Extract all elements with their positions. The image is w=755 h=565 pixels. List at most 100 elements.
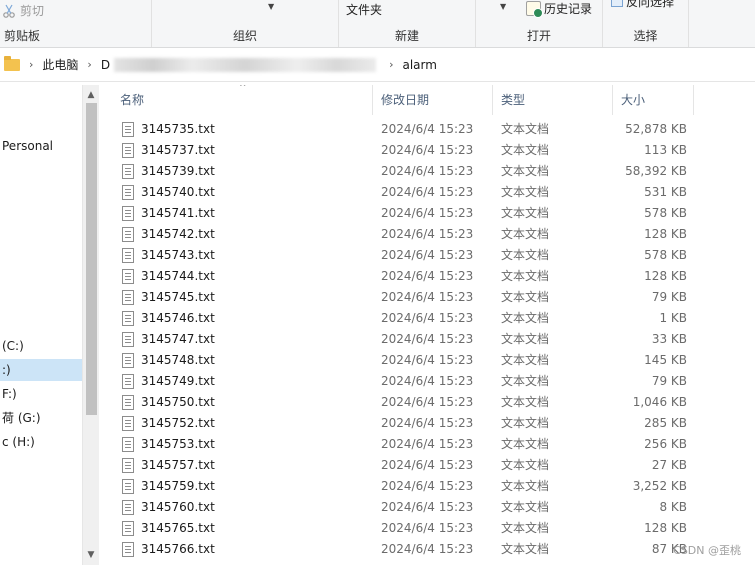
invert-selection-button[interactable]: 反向选择: [611, 0, 674, 10]
text-file-icon: [122, 122, 134, 137]
chevron-right-icon[interactable]: ›: [29, 58, 33, 71]
file-date: 2024/6/4 15:23: [381, 437, 474, 451]
column-header-type[interactable]: 类型: [493, 85, 613, 115]
text-file-icon: [122, 248, 134, 263]
nav-scrollbar[interactable]: ▲ ▼: [82, 85, 99, 565]
file-date: 2024/6/4 15:23: [381, 542, 474, 556]
file-name: 3145753.txt: [141, 437, 215, 451]
invert-selection-label: 反向选择: [626, 0, 675, 9]
file-size: 52,878 KB: [625, 122, 687, 136]
select-group: 反向选择 选择: [603, 0, 689, 47]
scroll-down-icon[interactable]: ▼: [83, 547, 99, 563]
file-name: 3145757.txt: [141, 458, 215, 472]
file-row[interactable]: 3145765.txt 2024/6/4 15:23 文本文档 128 KB: [100, 518, 755, 539]
nav-item-personal[interactable]: Personal: [0, 135, 82, 157]
nav-item-drive-h[interactable]: c (H:): [0, 431, 82, 453]
file-date: 2024/6/4 15:23: [381, 521, 474, 535]
file-type: 文本文档: [501, 521, 550, 535]
file-row[interactable]: 3145740.txt 2024/6/4 15:23 文本文档 531 KB: [100, 182, 755, 203]
file-row[interactable]: 3145743.txt 2024/6/4 15:23 文本文档 578 KB: [100, 245, 755, 266]
breadcrumb-alarm[interactable]: alarm: [402, 58, 436, 72]
file-size: 578 KB: [644, 206, 687, 220]
file-size: 3,252 KB: [632, 479, 687, 493]
file-row[interactable]: 3145759.txt 2024/6/4 15:23 文本文档 3,252 KB: [100, 476, 755, 497]
history-button[interactable]: 历史记录: [526, 0, 592, 18]
file-name: 3145737.txt: [141, 143, 215, 157]
file-size: 145 KB: [644, 353, 687, 367]
dropdown-caret-icon[interactable]: ▼: [268, 2, 274, 11]
file-name: 3145749.txt: [141, 374, 215, 388]
text-file-icon: [122, 416, 134, 431]
file-type: 文本文档: [501, 416, 550, 430]
file-date: 2024/6/4 15:23: [381, 395, 474, 409]
file-row[interactable]: 3145745.txt 2024/6/4 15:23 文本文档 79 KB: [100, 287, 755, 308]
column-header-date[interactable]: 修改日期: [373, 85, 493, 115]
nav-item-drive-c[interactable]: (C:): [0, 335, 82, 357]
file-size: 79 KB: [651, 374, 687, 388]
file-row[interactable]: 3145750.txt 2024/6/4 15:23 文本文档 1,046 KB: [100, 392, 755, 413]
file-row[interactable]: 3145735.txt 2024/6/4 15:23 文本文档 52,878 KB: [100, 119, 755, 140]
file-date: 2024/6/4 15:23: [381, 164, 474, 178]
breadcrumb-drive[interactable]: D: [101, 58, 110, 72]
open-group-label: 打开: [526, 29, 551, 43]
file-name: 3145750.txt: [141, 395, 215, 409]
file-type: 文本文档: [501, 143, 550, 157]
invert-selection-icon: [611, 0, 623, 7]
file-row[interactable]: 3145741.txt 2024/6/4 15:23 文本文档 578 KB: [100, 203, 755, 224]
file-name: 3145759.txt: [141, 479, 215, 493]
address-bar[interactable]: › 此电脑 › D › alarm: [0, 48, 755, 82]
text-file-icon: [122, 353, 134, 368]
nav-item-drive-f[interactable]: F:): [0, 383, 82, 405]
file-size: 1,046 KB: [632, 395, 687, 409]
file-type: 文本文档: [501, 248, 550, 262]
cut-label: 剪切: [20, 4, 45, 18]
text-file-icon: [122, 332, 134, 347]
file-row[interactable]: 3145747.txt 2024/6/4 15:23 文本文档 33 KB: [100, 329, 755, 350]
file-type: 文本文档: [501, 353, 550, 367]
file-row[interactable]: 3145739.txt 2024/6/4 15:23 文本文档 58,392 KB: [100, 161, 755, 182]
file-row[interactable]: 3145757.txt 2024/6/4 15:23 文本文档 27 KB: [100, 455, 755, 476]
cut-button[interactable]: 剪切: [2, 2, 44, 19]
scroll-up-icon[interactable]: ▲: [83, 87, 99, 103]
open-group: ▼ 历史记录 打开: [476, 0, 603, 47]
nav-item-drive-d[interactable]: :): [0, 359, 82, 381]
file-name: 3145766.txt: [141, 542, 215, 556]
file-row[interactable]: 3145748.txt 2024/6/4 15:23 文本文档 145 KB: [100, 350, 755, 371]
scroll-thumb[interactable]: [86, 103, 97, 415]
chevron-right-icon[interactable]: ›: [389, 58, 393, 71]
file-size: 128 KB: [644, 521, 687, 535]
new-group-label: 新建: [394, 29, 419, 43]
text-file-icon: [122, 437, 134, 452]
file-name: 3145740.txt: [141, 185, 215, 199]
file-row[interactable]: 3145753.txt 2024/6/4 15:23 文本文档 256 KB: [100, 434, 755, 455]
column-header-name[interactable]: 名称: [100, 85, 373, 115]
file-row[interactable]: 3145746.txt 2024/6/4 15:23 文本文档 1 KB: [100, 308, 755, 329]
navigation-pane: Personal (C:) :) F:) 荷 (G:) c (H:): [0, 85, 82, 565]
file-row[interactable]: 3145766.txt 2024/6/4 15:23 文本文档 87 KB: [100, 539, 755, 560]
file-name: 3145742.txt: [141, 227, 215, 241]
file-row[interactable]: 3145760.txt 2024/6/4 15:23 文本文档 8 KB: [100, 497, 755, 518]
nav-item-drive-g[interactable]: 荷 (G:): [0, 407, 82, 429]
breadcrumb-this-pc[interactable]: 此电脑: [42, 56, 78, 73]
file-size: 33 KB: [651, 332, 687, 346]
file-size: 8 KB: [659, 500, 687, 514]
file-date: 2024/6/4 15:23: [381, 332, 474, 346]
text-file-icon: [122, 206, 134, 221]
file-row[interactable]: 3145744.txt 2024/6/4 15:23 文本文档 128 KB: [100, 266, 755, 287]
chevron-right-icon[interactable]: ›: [87, 58, 91, 71]
file-date: 2024/6/4 15:23: [381, 374, 474, 388]
file-row[interactable]: 3145737.txt 2024/6/4 15:23 文本文档 113 KB: [100, 140, 755, 161]
file-row[interactable]: 3145752.txt 2024/6/4 15:23 文本文档 285 KB: [100, 413, 755, 434]
column-header-size[interactable]: 大小: [613, 85, 694, 115]
file-row[interactable]: 3145742.txt 2024/6/4 15:23 文本文档 128 KB: [100, 224, 755, 245]
open-dropdown-caret-icon[interactable]: ▼: [500, 2, 506, 11]
file-date: 2024/6/4 15:23: [381, 143, 474, 157]
file-row[interactable]: 3145749.txt 2024/6/4 15:23 文本文档 79 KB: [100, 371, 755, 392]
file-size: 128 KB: [644, 227, 687, 241]
text-file-icon: [122, 311, 134, 326]
file-date: 2024/6/4 15:23: [381, 248, 474, 262]
new-folder-button[interactable]: 文件夹: [346, 1, 382, 18]
file-name: 3145744.txt: [141, 269, 215, 283]
file-name: 3145735.txt: [141, 122, 215, 136]
file-size: 58,392 KB: [625, 164, 687, 178]
